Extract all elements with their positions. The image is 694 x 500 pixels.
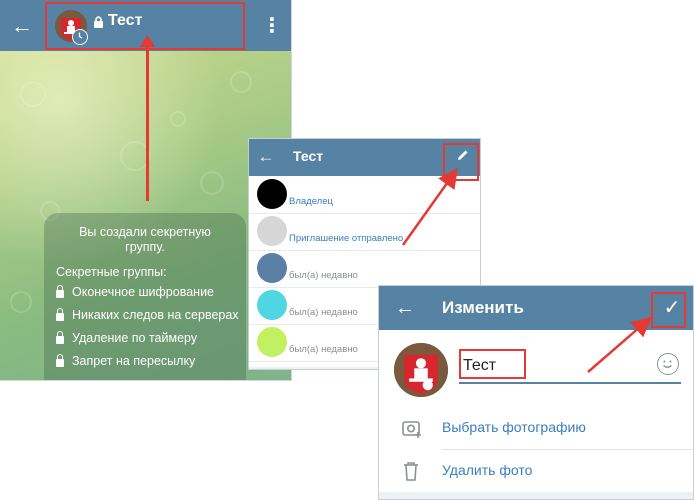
annotation-arrow-to-confirm [587,316,652,373]
annotation-arrows [401,167,652,373]
annotation-arrow-to-edit [401,167,458,246]
